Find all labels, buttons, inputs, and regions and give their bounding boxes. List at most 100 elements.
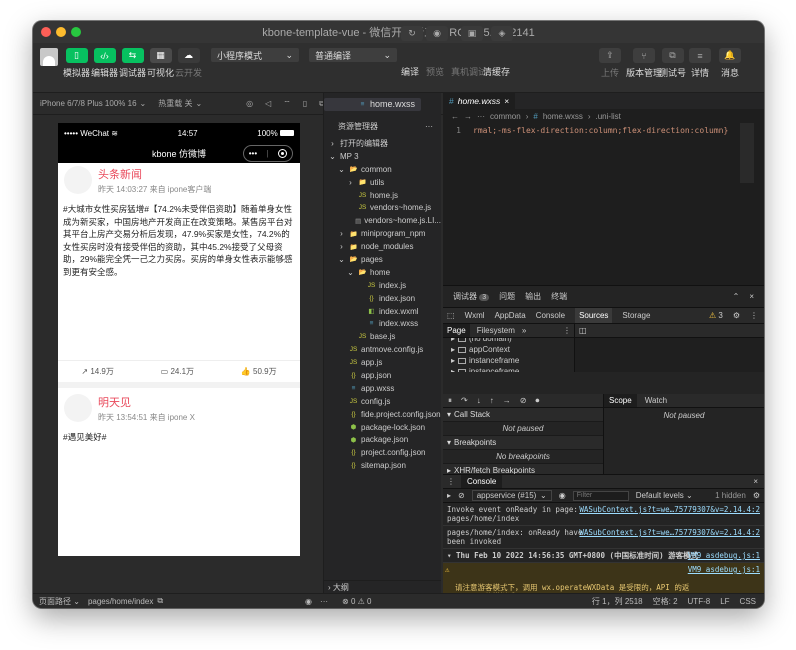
tab-console[interactable]: Console <box>536 311 565 320</box>
encoding[interactable]: UTF-8 <box>688 597 711 606</box>
tab-appdata[interactable]: AppData <box>495 311 526 320</box>
debug-section-header[interactable]: ▾ Call Stack <box>443 408 603 422</box>
chevron-up-icon[interactable]: ⌃ <box>733 292 740 301</box>
close-icon[interactable]: × <box>753 477 758 486</box>
open-editors-section[interactable]: › 打开的编辑器 <box>324 137 441 150</box>
device-select[interactable]: iPhone 6/7/8 Plus 100% 16 <box>40 99 137 108</box>
tab-watch[interactable]: Watch <box>645 396 667 405</box>
file-tree-item[interactable]: › 📁 miniprogram_npm <box>324 227 441 240</box>
sidebar-toggle-icon[interactable]: ▸ <box>447 491 451 500</box>
capsule-menu[interactable]: ••• | <box>243 145 293 162</box>
file-tree-item[interactable]: {} app.json <box>324 369 441 382</box>
log-levels-select[interactable]: Default levels ⌄ <box>636 491 693 500</box>
file-tree-item[interactable]: › 📁 node_modules <box>324 240 441 253</box>
console-source-link[interactable]: VM9 asdebug.js:1 <box>688 565 760 574</box>
toolbar-button-preview[interactable]: 预览 <box>426 65 444 78</box>
sources-tree-item[interactable]: ▸ instanceframe <box>443 355 574 366</box>
console-source-link[interactable]: WASubContext.js?t=we…75779307&v=2.14.4:2 <box>579 528 760 537</box>
step-into-icon[interactable]: ↓ <box>477 396 481 405</box>
project-section[interactable]: ⌄ MP 3 <box>324 150 441 163</box>
toolbar-button-clear-cache[interactable]: 清缓存 <box>483 65 510 78</box>
file-tree-item[interactable]: ≡ app.wxss <box>324 382 441 395</box>
file-tree-item[interactable]: {} sitemap.json <box>324 459 441 472</box>
minimize-window-button[interactable] <box>56 27 66 37</box>
close-circle-icon[interactable] <box>278 149 288 158</box>
more-vertical-icon[interactable]: ⋮ <box>750 311 758 320</box>
mode-select[interactable]: 小程序模式 ⌄ <box>211 48 299 62</box>
wifi-icon[interactable]: ⌔ <box>283 99 291 109</box>
compile-select[interactable]: 普通编译 ⌄ <box>309 48 397 62</box>
avatar[interactable] <box>64 394 92 422</box>
toolbar-button-4[interactable]: ☁ 云开发 <box>175 48 202 79</box>
more-dots-icon[interactable]: ••• <box>249 149 257 158</box>
pause-on-exceptions-icon[interactable]: ⏺ <box>535 396 539 406</box>
file-tree-item[interactable]: ⬢ package-lock.json <box>324 421 441 434</box>
file-tree-item[interactable]: {} index.json <box>324 292 441 305</box>
sidebar-toggle-icon[interactable]: ◫ <box>579 326 587 335</box>
more-vertical-icon[interactable]: ⋮ <box>447 477 455 486</box>
more-icon[interactable]: ··· <box>425 122 433 131</box>
file-tree-item[interactable]: {} project.config.json <box>324 446 441 459</box>
file-tree-item[interactable]: › 📁 utils <box>324 176 441 189</box>
gear-icon[interactable]: ⚙ <box>733 311 740 320</box>
toolbar-button-compile[interactable]: 编译 <box>401 65 419 78</box>
toolbar-button-bell[interactable]: 🔔 消息 <box>719 48 741 79</box>
repost-button[interactable]: ↗ 14.9万 <box>81 366 114 377</box>
outline-section[interactable]: › 大纲 <box>324 580 441 593</box>
post-card[interactable]: 明天见 昨天 13:54:51 来自 ipone X #遇见美好# <box>58 391 300 447</box>
file-tree-item[interactable]: ⌄ 📂 common <box>324 163 441 176</box>
console-group[interactable]: ▾ Thu Feb 10 2022 14:56:35 GMT+0800 (中国标… <box>443 549 764 563</box>
code-text[interactable]: rmal;-ms-flex-direction:column;flex-dire… <box>473 126 739 135</box>
toolbar-button-1[interactable]: ‹/› 编辑器 <box>91 48 118 79</box>
post-author[interactable]: 明天见 <box>98 394 295 410</box>
file-tree-item[interactable]: ⌄ 📂 home <box>324 266 441 279</box>
debug-section-header[interactable]: ▾ Breakpoints <box>443 436 603 450</box>
volume-icon[interactable]: ◁ <box>265 99 271 108</box>
gear-icon[interactable]: ⚙ <box>753 491 760 500</box>
minimap[interactable] <box>740 123 754 183</box>
like-button[interactable]: 👍 50.9万 <box>241 366 277 377</box>
toolbar-button-2[interactable]: ⇆ 调试器 <box>119 48 146 79</box>
inspect-icon[interactable]: ⬚ <box>447 311 455 320</box>
tab-wxml[interactable]: Wxml <box>465 311 485 320</box>
deactivate-breakpoints-icon[interactable]: ⊘ <box>520 396 527 405</box>
console-filter-input[interactable] <box>572 490 629 501</box>
warning-count[interactable]: ⚠ 3 <box>709 311 723 320</box>
file-tree-item[interactable]: {} fide.project.config.json <box>324 408 441 421</box>
file-tree-item[interactable]: ▤ vendors~home.js.LI... <box>324 214 441 227</box>
toolbar-button-upload[interactable]: ⇪ 上传 <box>599 48 621 79</box>
page-path-select[interactable]: 页面路径 ⌄ <box>39 596 80 607</box>
line-ending[interactable]: LF <box>720 597 729 606</box>
breadcrumb-item[interactable]: home.wxss <box>543 112 583 121</box>
language-mode[interactable]: CSS <box>740 597 756 606</box>
tab-sources[interactable]: Sources <box>575 308 613 323</box>
breadcrumb-item[interactable]: .uni-list <box>596 112 621 121</box>
sources-tree-item[interactable]: ▸ instanceframe <box>443 366 574 372</box>
editor-tab-home-wxss[interactable]: # home.wxss × <box>443 93 516 109</box>
file-tree-item[interactable]: ≡ home.wxss <box>324 98 422 111</box>
file-tree-item[interactable]: JS home.js <box>324 189 441 202</box>
sources-tree-item[interactable]: ▸ appContext <box>443 344 574 355</box>
console-source-link[interactable]: WASubContext.js?t=we…75779307&v=2.14.4:2 <box>579 505 760 514</box>
close-window-button[interactable] <box>41 27 51 37</box>
console-source-link[interactable]: VM9 asdebug.js:1 <box>688 551 760 560</box>
user-avatar[interactable] <box>40 48 58 66</box>
tab-filesystem[interactable]: Filesystem <box>477 326 515 335</box>
indent-setting[interactable]: 空格: 2 <box>653 596 678 607</box>
toolbar-button-version[interactable]: ⑂ 版本管理 <box>626 48 662 79</box>
toolbar-button-3[interactable]: ▦ 可视化 <box>147 48 174 79</box>
clear-console-icon[interactable]: ⊘ <box>458 491 465 500</box>
file-tree-item[interactable]: ⌄ 📂 pages <box>324 253 441 266</box>
toolbar-button-0[interactable]: ▯ 模拟器 <box>63 48 90 79</box>
copy-icon[interactable]: ⧉ <box>157 596 163 606</box>
tab-page[interactable]: Page <box>443 324 470 337</box>
close-icon[interactable]: × <box>504 96 509 106</box>
post-author[interactable]: 头条新闻 <box>98 166 295 182</box>
tab-problems[interactable]: 问题 <box>499 291 515 302</box>
context-select[interactable]: appservice (#15) ⌄ <box>471 490 552 501</box>
step-over-icon[interactable]: ↷ <box>461 396 468 405</box>
step-icon[interactable]: → <box>503 396 511 405</box>
pause-icon[interactable]: ⏸ <box>448 396 452 406</box>
phone-rotate-icon[interactable]: ▯ <box>303 99 307 108</box>
record-icon[interactable]: ◎ <box>246 99 253 108</box>
